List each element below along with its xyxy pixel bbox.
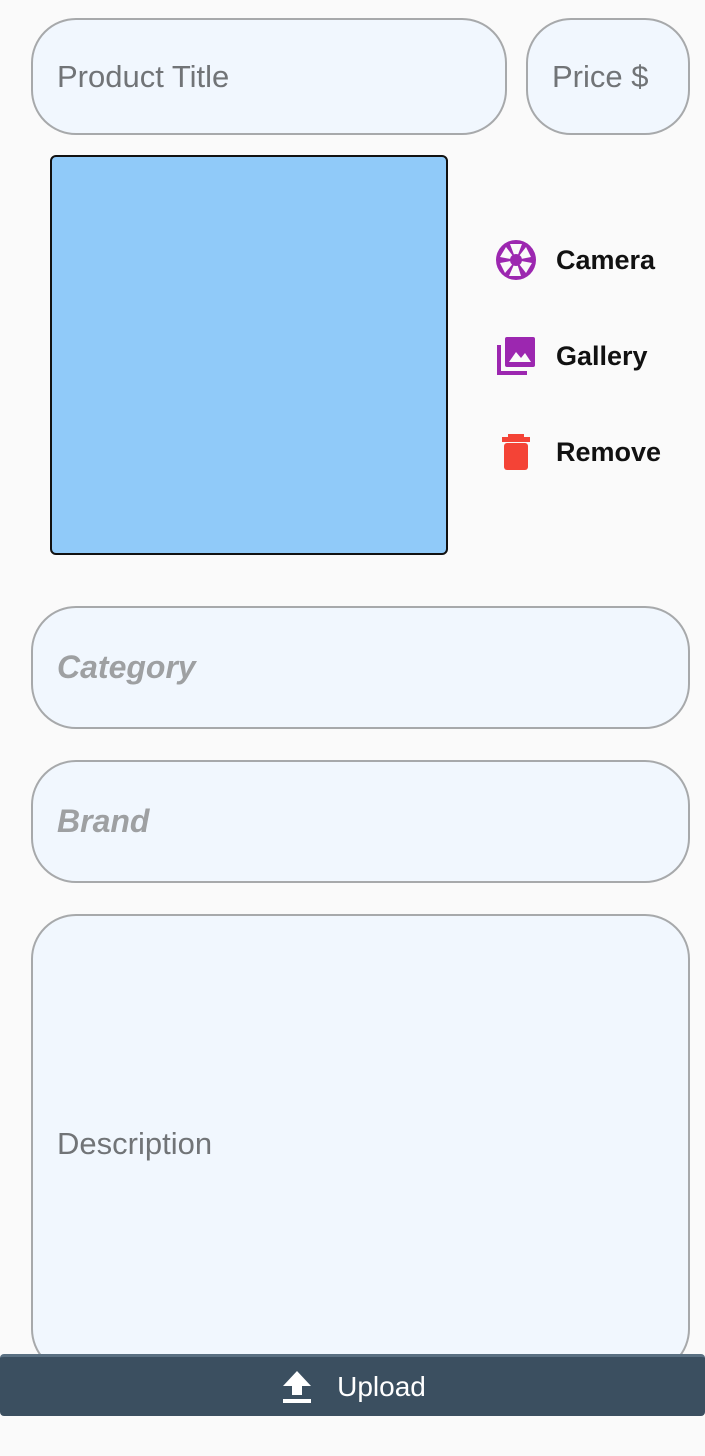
upload-label: Upload [337,1370,426,1402]
camera-label: Camera [556,244,656,275]
photo-library-icon [494,334,538,378]
product-title-placeholder: Product Title [57,58,230,94]
price-input[interactable]: Price $ [526,18,690,135]
image-preview[interactable] [50,155,448,555]
gallery-label: Gallery [556,340,648,371]
brand-input[interactable]: Brand [31,760,690,883]
upload-icon [279,1369,315,1405]
product-title-input[interactable]: Product Title [31,18,507,135]
category-input[interactable]: Category [31,606,690,729]
camera-shutter-icon [494,238,538,282]
gallery-button[interactable]: Gallery [494,333,648,379]
camera-button[interactable]: Camera [494,237,655,283]
remove-button[interactable]: Remove [494,429,661,475]
trash-icon [494,430,538,474]
category-placeholder: Category [57,649,196,685]
description-placeholder: Description [57,1126,213,1161]
upload-button[interactable]: Upload [0,1354,705,1416]
price-placeholder: Price $ [552,58,649,94]
remove-label: Remove [556,436,662,467]
description-textarea[interactable]: Description [31,914,690,1374]
brand-placeholder: Brand [57,803,150,839]
